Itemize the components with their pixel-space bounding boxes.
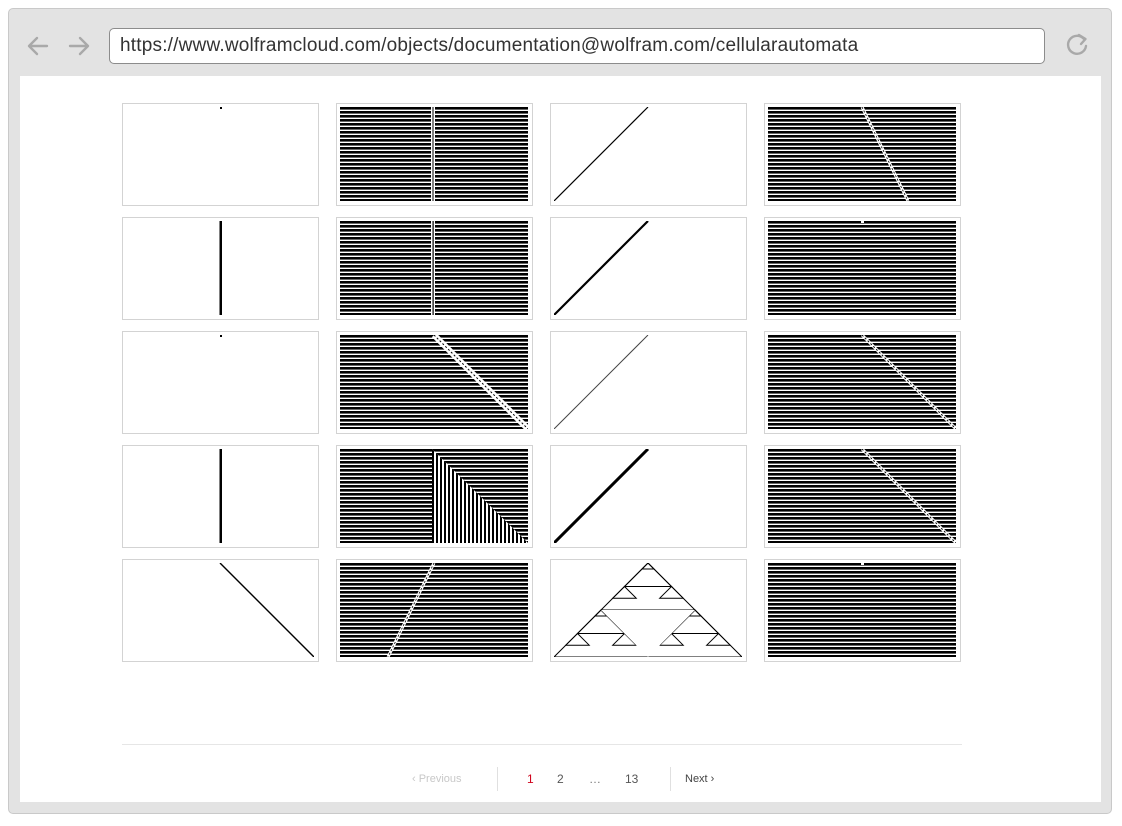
page-ellipsis: … [589, 772, 601, 786]
automaton-thumbnail[interactable] [122, 217, 319, 320]
automaton-thumbnail[interactable] [336, 559, 533, 662]
pagination: ‹ Previous 1 2 … 13 Next › [20, 764, 1101, 794]
page-content: ‹ Previous 1 2 … 13 Next › [20, 76, 1101, 802]
automaton-thumbnail[interactable] [336, 103, 533, 206]
pagination-divider [122, 744, 962, 745]
automaton-thumbnail[interactable] [550, 559, 747, 662]
next-page-link[interactable]: Next › [685, 764, 714, 794]
page-link-13[interactable]: 13 [625, 764, 638, 794]
automaton-thumbnail[interactable] [764, 103, 961, 206]
automaton-thumbnail[interactable] [336, 331, 533, 434]
previous-page-link[interactable]: ‹ Previous [412, 764, 462, 794]
automaton-thumbnail[interactable] [550, 445, 747, 548]
automaton-thumbnail[interactable] [122, 103, 319, 206]
automaton-thumbnail[interactable] [764, 445, 961, 548]
automata-gallery [122, 103, 961, 662]
automaton-thumbnail[interactable] [122, 445, 319, 548]
pagination-separator [497, 767, 498, 791]
forward-arrow-icon[interactable] [66, 33, 92, 59]
automaton-thumbnail[interactable] [550, 103, 747, 206]
automaton-thumbnail[interactable] [336, 217, 533, 320]
automaton-thumbnail[interactable] [764, 559, 961, 662]
automaton-thumbnail[interactable] [550, 217, 747, 320]
reload-icon[interactable] [1063, 31, 1091, 59]
page-link-2[interactable]: 2 [557, 764, 564, 794]
automaton-thumbnail[interactable] [336, 445, 533, 548]
back-arrow-icon[interactable] [25, 33, 51, 59]
automaton-thumbnail[interactable] [764, 331, 961, 434]
browser-window: https://www.wolframcloud.com/objects/doc… [8, 8, 1112, 814]
automaton-thumbnail[interactable] [550, 331, 747, 434]
automaton-thumbnail[interactable] [122, 559, 319, 662]
automaton-thumbnail[interactable] [764, 217, 961, 320]
page-link-1[interactable]: 1 [527, 764, 534, 794]
pagination-separator [670, 767, 671, 791]
url-bar[interactable]: https://www.wolframcloud.com/objects/doc… [109, 28, 1045, 64]
automaton-thumbnail[interactable] [122, 331, 319, 434]
